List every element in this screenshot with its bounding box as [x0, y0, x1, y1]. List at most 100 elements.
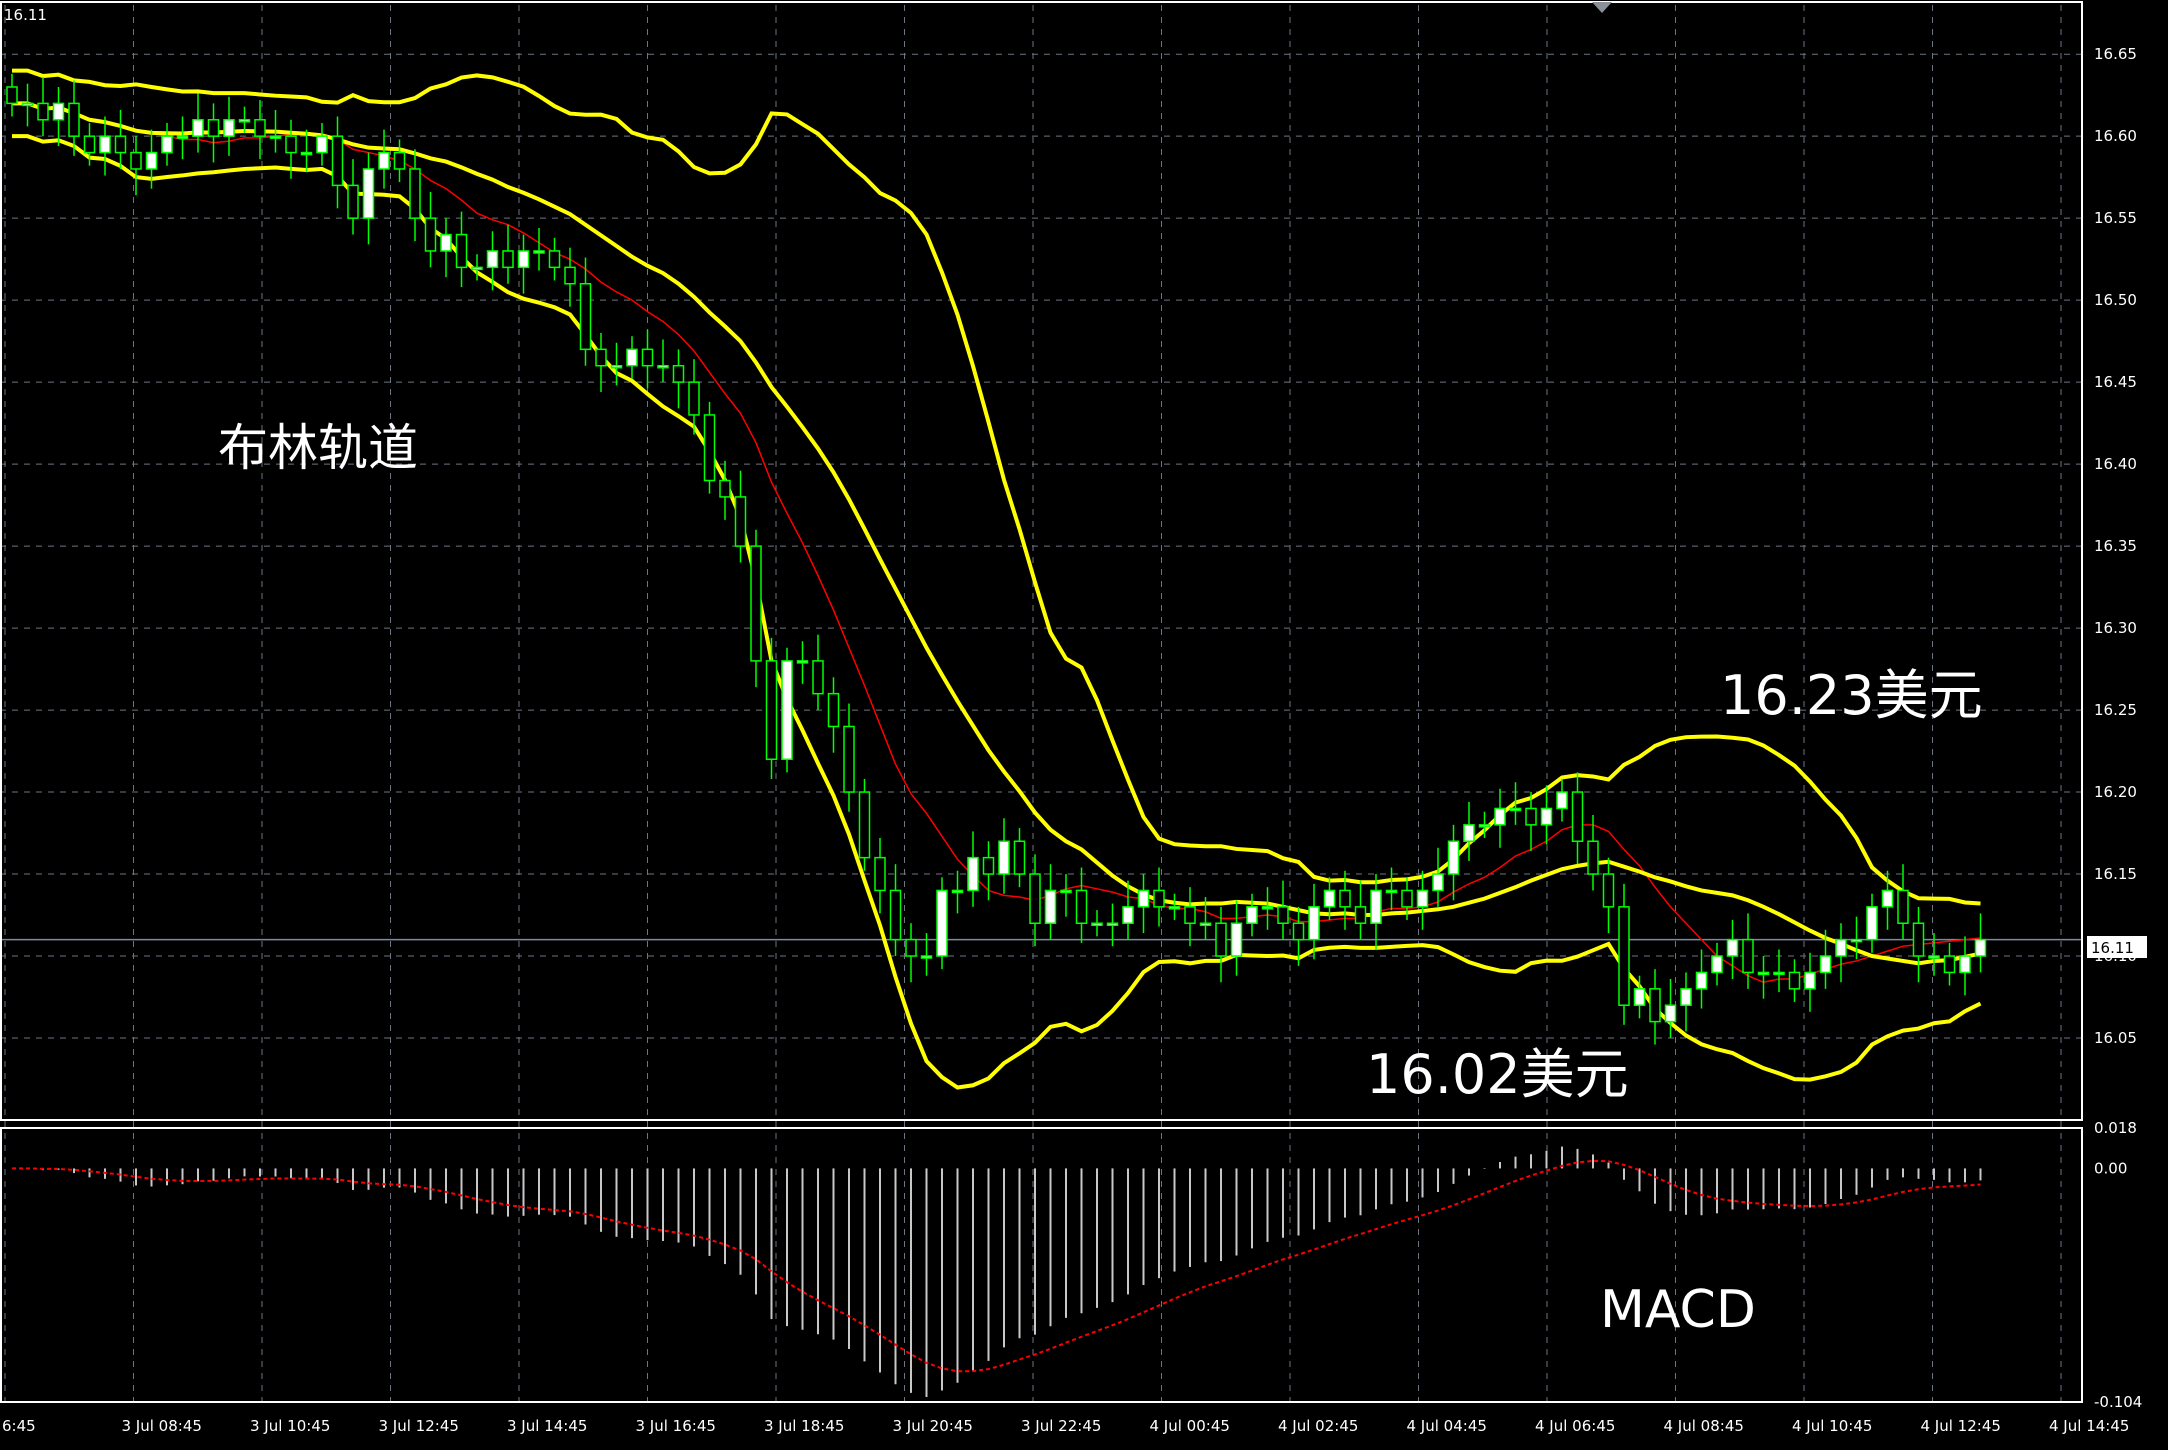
macd-tick-label: 0.00 [2094, 1159, 2127, 1177]
candle-body [1928, 955, 1940, 959]
candle-body [1044, 889, 1057, 924]
time-tick-label: 3 Jul 22:45 [1021, 1417, 1101, 1435]
price-tick-label: 16.05 [2094, 1029, 2137, 1047]
price-tick-label: 16.50 [2094, 291, 2137, 309]
time-tick-label: 3 Jul 20:45 [893, 1417, 973, 1435]
macd-tick-label: 0.018 [2094, 1119, 2137, 1137]
candle-body [1091, 922, 1103, 926]
candle-body [1680, 988, 1692, 1006]
time-tick-label: 4 Jul 12:45 [1921, 1417, 2001, 1435]
candle-body [1137, 889, 1150, 908]
candle-body [1556, 791, 1568, 810]
candle-body [1277, 906, 1289, 924]
candle-body [37, 102, 49, 121]
candle-body [1912, 922, 1925, 957]
candle-body [827, 692, 840, 728]
bollinger-title: 布林轨道 [218, 419, 418, 477]
candle-body [1199, 922, 1212, 926]
candle-body [874, 856, 886, 892]
candle-body [347, 184, 359, 219]
bollinger-lower-label: 16.02美元 [1366, 1043, 1629, 1106]
candle-body [1959, 955, 1971, 974]
candle-body [68, 102, 80, 137]
candle-body [1339, 889, 1351, 908]
candle-body [1742, 938, 1754, 974]
candle-body [83, 135, 96, 154]
candle-body [517, 250, 530, 269]
candle-body [409, 168, 421, 219]
candle-body [176, 135, 189, 139]
candle-body [1711, 955, 1723, 974]
symbol-price-label: 16.11 [4, 6, 47, 24]
candle-body [1525, 807, 1537, 826]
candle-body [1618, 906, 1630, 1006]
candle-body [734, 496, 747, 547]
candle-body [161, 135, 173, 154]
candle-body [1835, 938, 1847, 957]
candle-body [936, 889, 948, 957]
candle-body [750, 545, 762, 662]
price-tick-label: 16.20 [2094, 783, 2137, 801]
candle-body [1633, 988, 1646, 1006]
candle-body [238, 119, 251, 123]
candle-body [1757, 971, 1770, 976]
time-tick-label: 3 Jul 14:45 [507, 1417, 587, 1435]
time-tick-label: 4 Jul 10:45 [1792, 1417, 1872, 1435]
candle-body [1664, 1004, 1677, 1023]
candle-body [393, 151, 406, 170]
candle-body [99, 135, 111, 154]
candle-body [502, 250, 514, 269]
candle-body [455, 233, 468, 269]
candle-body [1416, 889, 1429, 908]
candle-body [1385, 889, 1398, 894]
candle-body [1106, 922, 1119, 926]
candle-body [486, 250, 499, 269]
candle-body [796, 660, 809, 664]
candle-body [300, 151, 313, 156]
current-price-value: 16.11 [2091, 939, 2134, 957]
candle-body [1432, 873, 1444, 892]
candle-body [114, 135, 127, 154]
candle-body [1230, 922, 1243, 957]
candle-body [533, 250, 545, 254]
candle-body [1540, 807, 1553, 826]
candle-body [1478, 824, 1491, 828]
candle-body [1215, 922, 1227, 957]
time-tick-label: 3 Jul 12:45 [379, 1417, 459, 1435]
candle-body [998, 840, 1010, 875]
candle-body [1726, 938, 1739, 957]
candle-body [812, 660, 824, 695]
candle-body [21, 102, 34, 107]
price-tick-label: 16.35 [2094, 537, 2137, 555]
candle-body [440, 233, 452, 252]
price-tick-label: 16.25 [2094, 701, 2137, 719]
bollinger-upper-label: 16.23美元 [1720, 664, 1983, 727]
candle-body [1447, 840, 1460, 875]
candle-body [1029, 873, 1041, 924]
candle-body [1354, 906, 1367, 924]
price-tick-label: 16.45 [2094, 373, 2137, 391]
candle-body [1819, 955, 1832, 974]
candle-body [1292, 922, 1305, 941]
candle-body [1308, 906, 1320, 941]
candle-body [1370, 889, 1382, 924]
candle-body [781, 660, 793, 761]
candle-body [672, 364, 685, 383]
candle-body [223, 119, 235, 137]
candle-body [703, 414, 716, 482]
time-tick-label: 3 Jul 18:45 [764, 1417, 844, 1435]
time-tick-label: 4 Jul 14:45 [2049, 1417, 2129, 1435]
time-tick-label: 3 Jul 16:45 [636, 1417, 716, 1435]
candle-body [52, 102, 65, 121]
price-tick-label: 16.60 [2094, 127, 2137, 145]
candle-body [641, 348, 654, 367]
candle-body [920, 955, 933, 959]
candle-body [285, 135, 297, 154]
candle-body [1401, 889, 1413, 908]
candle-body [1463, 824, 1475, 843]
price-tick-label: 16.40 [2094, 455, 2137, 473]
candle-body [1571, 791, 1584, 843]
candle-body [1184, 906, 1196, 924]
candle-body [1060, 889, 1072, 894]
candle-body [967, 856, 979, 892]
